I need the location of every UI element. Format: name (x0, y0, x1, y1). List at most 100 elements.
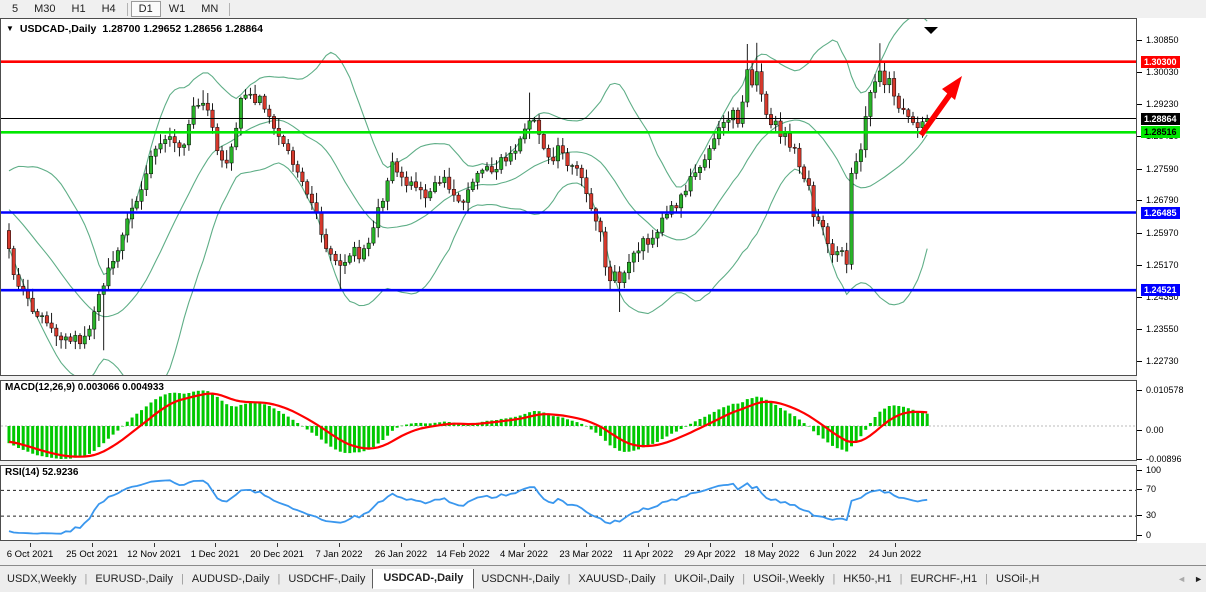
price-axis[interactable]: 1.308501.300301.292301.284101.275901.267… (1137, 18, 1206, 543)
level-price-badge: 1.26485 (1141, 207, 1180, 219)
price-axis-label: 1.25170 (1146, 260, 1179, 270)
time-axis-label: 29 Apr 2022 (684, 549, 735, 560)
macd-canvas[interactable] (1, 381, 1136, 460)
symbol-tab-XAUUSD-Daily[interactable]: XAUUSD-,Daily (571, 569, 662, 589)
price-axis-tick (1137, 233, 1142, 234)
toolbar-separator (127, 3, 128, 16)
timeframe-button-H4[interactable]: H4 (94, 1, 124, 17)
time-axis-label: 18 May 2022 (745, 549, 800, 560)
main-price-chart[interactable] (0, 18, 1137, 376)
time-axis-tick (710, 543, 711, 547)
macd-axis-tick (1137, 390, 1142, 391)
symbol-tab-USOil-Weekly[interactable]: USOil-,Weekly (746, 569, 831, 589)
toolbar-separator (229, 3, 230, 16)
symbol-tabs: USDX,Weekly|EURUSD-,Daily|AUDUSD-,Daily|… (0, 569, 1158, 590)
time-axis-tick (30, 543, 31, 547)
price-axis-tick (1137, 361, 1142, 362)
symbol-tab-USDCNH-Daily[interactable]: USDCNH-,Daily (474, 569, 566, 589)
price-axis-tick (1137, 265, 1142, 266)
time-axis-tick (586, 543, 587, 547)
rsi-indicator-panel[interactable] (0, 465, 1137, 541)
price-axis-label: 1.30850 (1146, 35, 1179, 45)
symbol-tab-EURCHF-H1[interactable]: EURCHF-,H1 (903, 569, 984, 589)
price-axis-label: 1.27590 (1146, 164, 1179, 174)
timeframe-button-W1[interactable]: W1 (161, 1, 194, 17)
level-price-badge: 1.28516 (1141, 126, 1180, 138)
time-axis-label: 11 Apr 2022 (623, 549, 674, 560)
time-axis-label: 6 Oct 2021 (7, 549, 53, 560)
rsi-line (9, 480, 927, 533)
chart-title: ▼ USDCAD-,Daily 1.28700 1.29652 1.28656 … (6, 23, 263, 35)
symbol-tab-bar: USDX,Weekly|EURUSD-,Daily|AUDUSD-,Daily|… (0, 565, 1206, 592)
price-axis-label: 1.26790 (1146, 195, 1179, 205)
macd-axis-tick (1137, 430, 1142, 431)
rsi-axis-tick (1137, 515, 1142, 516)
price-axis-tick (1137, 104, 1142, 105)
timeframe-toolbar: 5M30H1H4 D1W1MN (0, 0, 1206, 19)
timeframe-button-MN[interactable]: MN (193, 1, 226, 17)
time-axis-label: 4 Mar 2022 (500, 549, 548, 560)
time-axis-tick (277, 543, 278, 547)
timeframe-button-D1[interactable]: D1 (131, 1, 161, 17)
time-axis-label: 6 Jun 2022 (809, 549, 856, 560)
symbol-tab-USDCHF-Daily[interactable]: USDCHF-,Daily (281, 569, 372, 589)
chart-shift-marker-icon[interactable] (924, 27, 938, 34)
price-axis-label: 1.25970 (1146, 228, 1179, 238)
time-axis-label: 7 Jan 2022 (315, 549, 362, 560)
macd-axis-label: 0.00 (1146, 425, 1164, 435)
price-axis-tick (1137, 40, 1142, 41)
macd-axis-tick (1137, 459, 1142, 460)
symbol-tab-UKOil-Daily[interactable]: UKOil-,Daily (667, 569, 741, 589)
rsi-axis-tick (1137, 470, 1142, 471)
rsi-label: RSI(14) 52.9236 (5, 467, 78, 478)
current-price-badge: 1.28864 (1141, 113, 1180, 125)
level-price-badge: 1.24521 (1141, 284, 1180, 296)
tabs-scroll-right-icon[interactable]: ► (1194, 574, 1203, 584)
symbol-tab-USOil-H[interactable]: USOil-,H (989, 569, 1046, 589)
symbol-tab-AUDUSD-Daily[interactable]: AUDUSD-,Daily (185, 569, 277, 589)
time-axis-tick (648, 543, 649, 547)
symbol-tab-USDCAD-Daily[interactable]: USDCAD-,Daily (372, 569, 474, 589)
chart-dropdown-icon[interactable]: ▼ (6, 24, 14, 33)
rsi-axis-label: 0 (1146, 530, 1151, 540)
price-axis-label: 1.22730 (1146, 356, 1179, 366)
timeframe-button-M30[interactable]: M30 (26, 1, 63, 17)
timeframe-button-5[interactable]: 5 (4, 1, 26, 17)
macd-axis-label: 0.010578 (1146, 385, 1184, 395)
price-axis-tick (1137, 72, 1142, 73)
time-axis-tick (895, 543, 896, 547)
price-axis-label: 1.23550 (1146, 324, 1179, 334)
time-axis-label: 20 Dec 2021 (250, 549, 304, 560)
price-axis-tick (1137, 200, 1142, 201)
macd-indicator-panel[interactable] (0, 380, 1137, 461)
macd-label: MACD(12,26,9) 0.003066 0.004933 (5, 382, 164, 393)
trend-arrow-annotation[interactable] (921, 93, 951, 135)
time-axis-tick (215, 543, 216, 547)
time-axis-tick (339, 543, 340, 547)
rsi-axis-label: 100 (1146, 465, 1161, 475)
time-axis-tick (401, 543, 402, 547)
tabs-scroll-left-icon[interactable]: ◄ (1177, 574, 1186, 584)
mt4-chart-window: { "toolbar": { "timeframes": [ {"label":… (0, 0, 1206, 591)
time-axis-label: 14 Feb 2022 (436, 549, 489, 560)
symbol-tab-EURUSD-Daily[interactable]: EURUSD-,Daily (88, 569, 180, 589)
chart-symbol-period: USDCAD-,Daily (20, 23, 96, 35)
time-axis-tick (463, 543, 464, 547)
symbol-tab-HK50-H1[interactable]: HK50-,H1 (836, 569, 898, 589)
trend-arrow-head[interactable] (942, 76, 962, 100)
price-axis-label: 1.30030 (1146, 67, 1179, 77)
chart-ohlc-values: 1.28700 1.29652 1.28656 1.28864 (102, 23, 263, 35)
rsi-axis-label: 70 (1146, 484, 1156, 494)
symbol-tab-USDX-Weekly[interactable]: USDX,Weekly (0, 569, 83, 589)
time-axis[interactable]: 6 Oct 202125 Oct 202112 Nov 20211 Dec 20… (0, 543, 1137, 565)
rsi-canvas[interactable] (1, 466, 1136, 540)
rsi-axis-tick (1137, 535, 1142, 536)
time-axis-label: 12 Nov 2021 (127, 549, 181, 560)
candlestick-canvas[interactable] (1, 19, 1136, 375)
time-axis-tick (524, 543, 525, 547)
price-axis-tick (1137, 329, 1142, 330)
timeframe-button-H1[interactable]: H1 (64, 1, 94, 17)
time-axis-label: 23 Mar 2022 (559, 549, 612, 560)
macd-axis-label: -0.00896 (1146, 454, 1182, 464)
price-axis-tick (1137, 169, 1142, 170)
